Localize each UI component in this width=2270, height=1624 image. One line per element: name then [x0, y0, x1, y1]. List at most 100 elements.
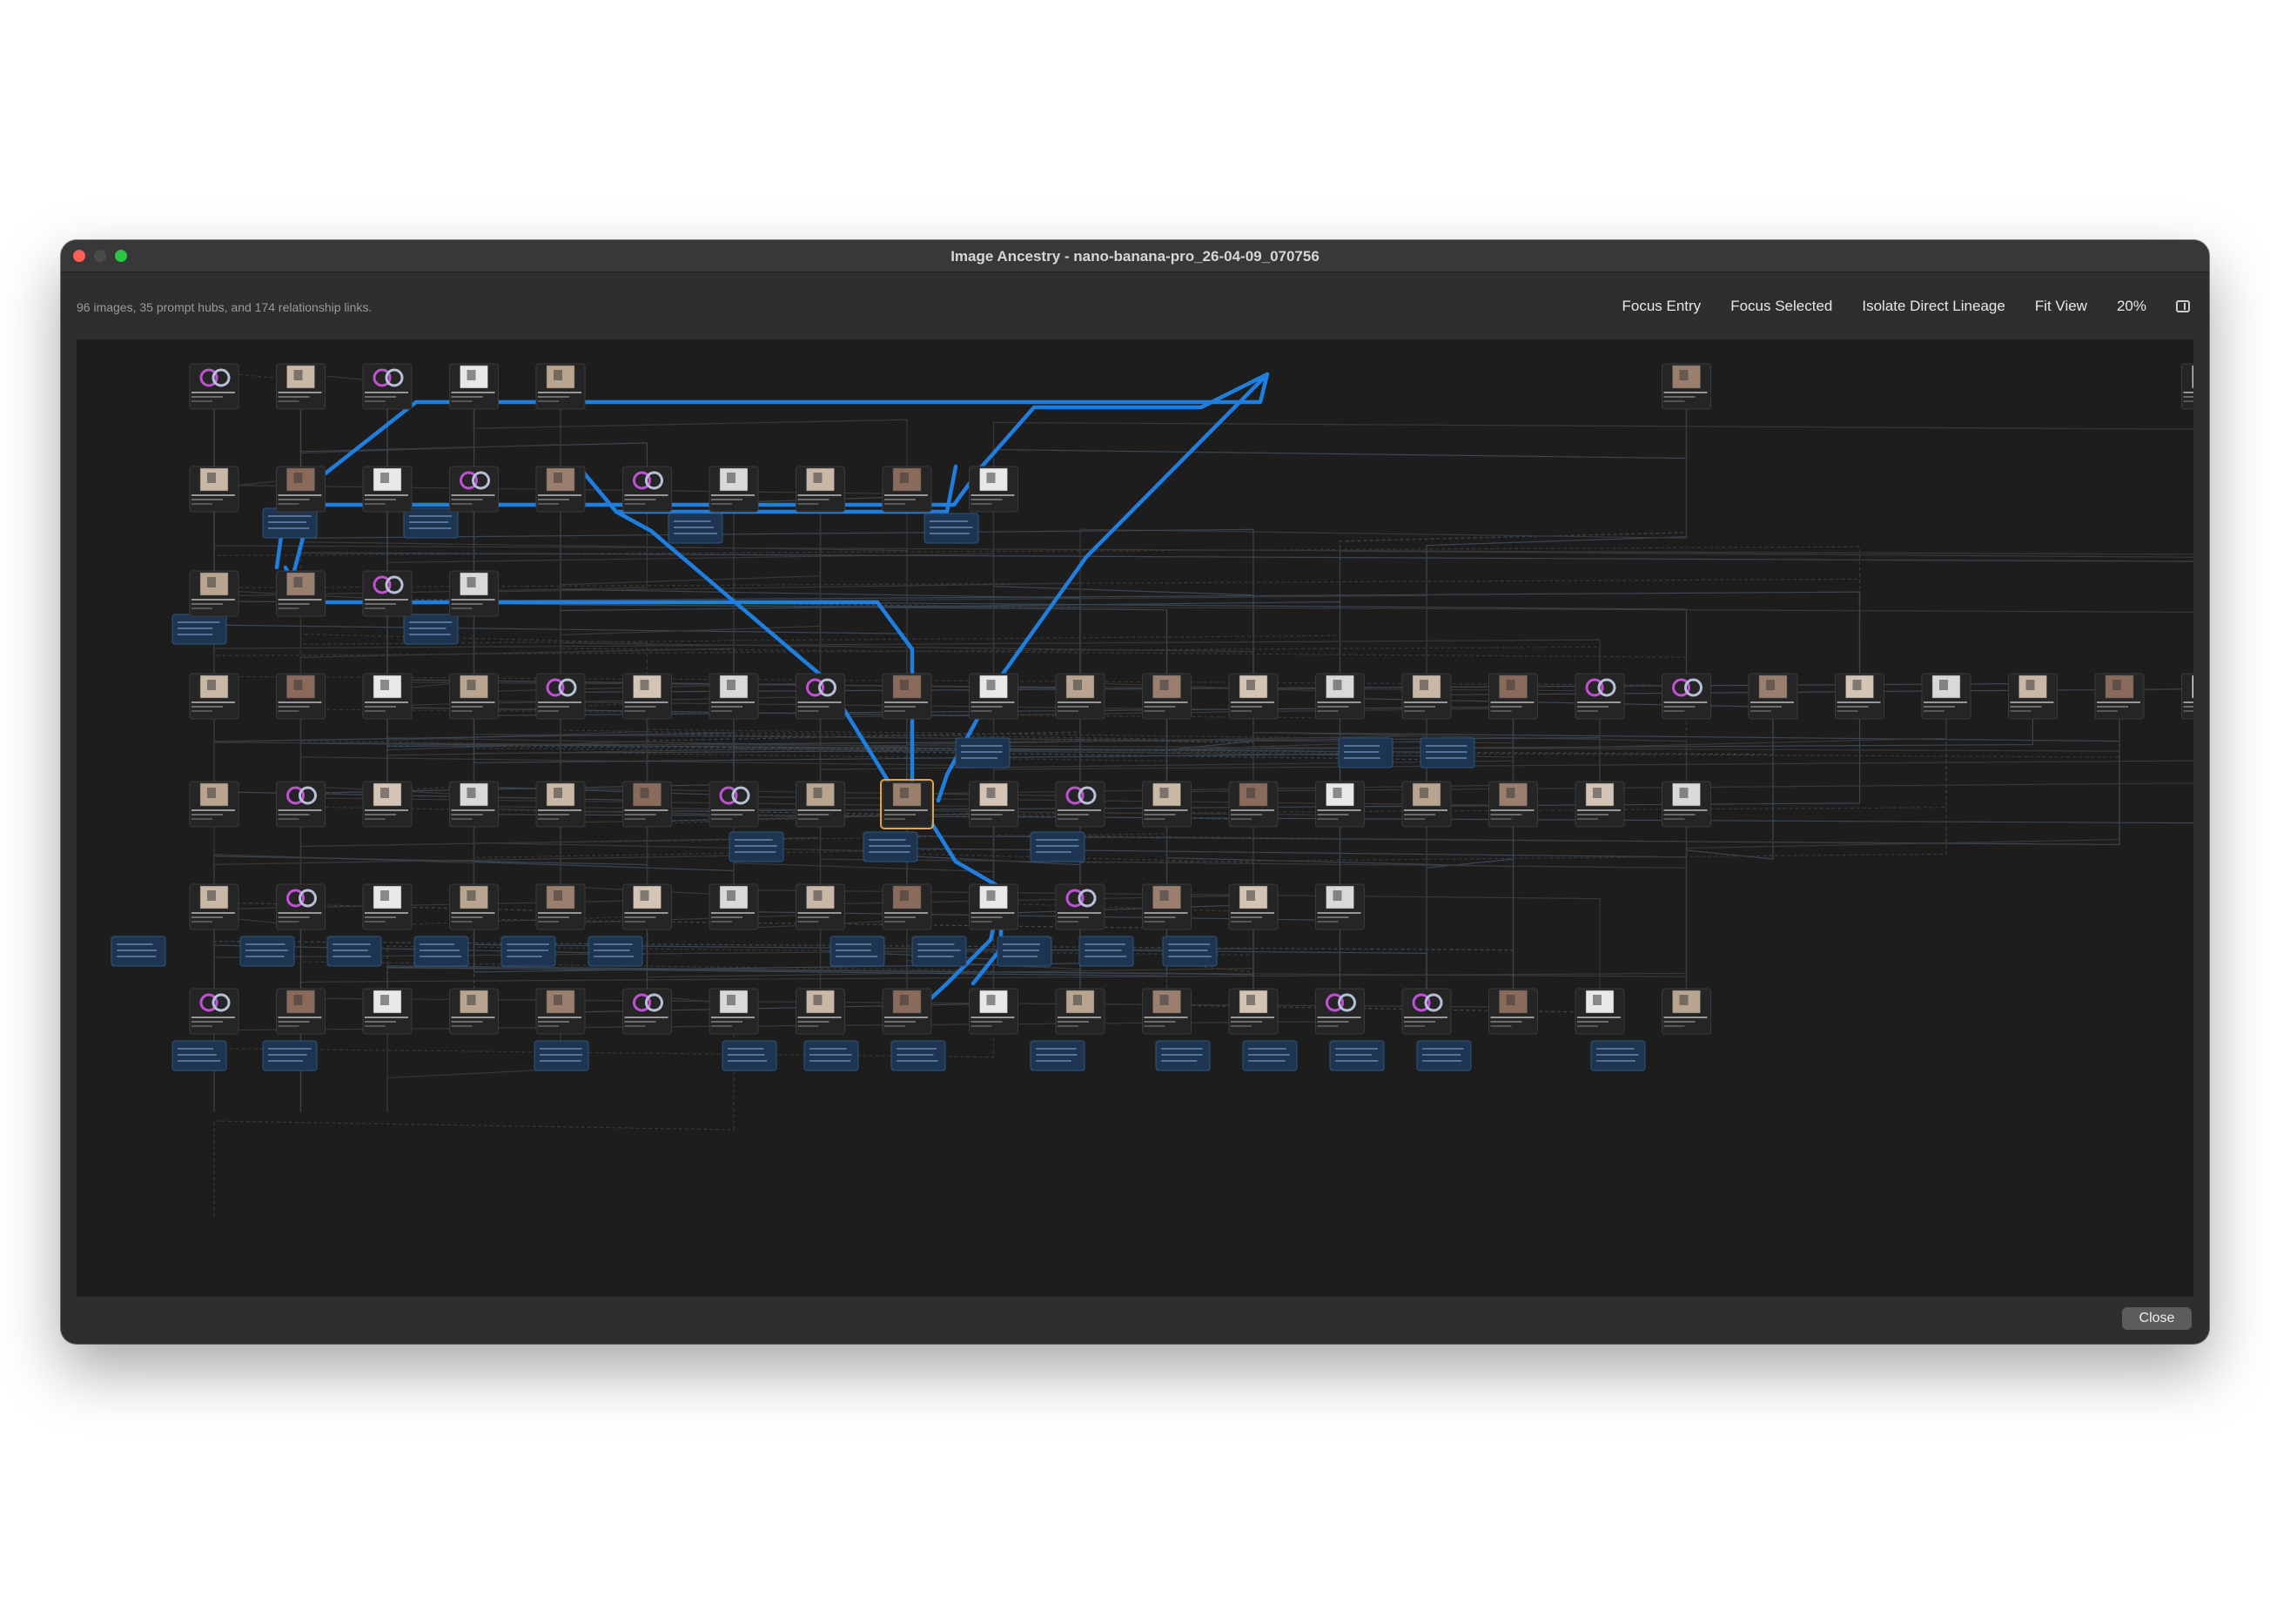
- ancestry-graph[interactable]: [77, 339, 2193, 1297]
- node-caption-line[interactable]: [2010, 701, 2054, 703]
- node-caption-line[interactable]: [711, 818, 732, 820]
- node-caption-line[interactable]: [191, 607, 212, 609]
- node-caption-line[interactable]: [1750, 701, 1794, 703]
- node-thumbnail-detail[interactable]: [380, 680, 389, 690]
- node-thumbnail-detail[interactable]: [1679, 788, 1689, 798]
- node-caption-line[interactable]: [1058, 916, 1089, 918]
- node-caption-line[interactable]: [2010, 710, 2032, 712]
- node-caption-line[interactable]: [970, 1025, 992, 1027]
- node-caption-line[interactable]: [1144, 706, 1176, 708]
- node-caption-line[interactable]: [711, 499, 742, 500]
- node-caption-line[interactable]: [884, 701, 928, 703]
- node-caption-line[interactable]: [884, 499, 916, 500]
- node-thumbnail-detail[interactable]: [727, 680, 735, 690]
- node-caption-line[interactable]: [797, 814, 829, 815]
- node-caption-line[interactable]: [970, 1017, 1015, 1018]
- node-caption-line[interactable]: [970, 814, 1003, 815]
- node-thumbnail-detail[interactable]: [207, 473, 216, 483]
- node-caption-line[interactable]: [711, 503, 732, 505]
- node-caption-line[interactable]: [1577, 706, 1608, 708]
- node-thumbnail-detail[interactable]: [727, 995, 735, 1005]
- node-thumbnail-detail[interactable]: [1159, 995, 1169, 1005]
- node-caption-line[interactable]: [278, 706, 310, 708]
- node-caption-line[interactable]: [538, 710, 559, 712]
- node-caption-line[interactable]: [1577, 1021, 1608, 1023]
- node-caption-line[interactable]: [1231, 701, 1274, 703]
- node-caption-line[interactable]: [1058, 1025, 1078, 1027]
- node-caption-line[interactable]: [970, 809, 1015, 811]
- node-caption-line[interactable]: [624, 706, 656, 708]
- node-caption-line[interactable]: [884, 1017, 928, 1018]
- node-caption-line[interactable]: [884, 1025, 905, 1027]
- ancestry-graph-canvas[interactable]: [77, 339, 2193, 1297]
- node-caption-line[interactable]: [624, 1017, 668, 1018]
- node-caption-line[interactable]: [970, 503, 992, 505]
- node-thumbnail-detail[interactable]: [2112, 680, 2121, 690]
- node-thumbnail-detail[interactable]: [1073, 680, 1082, 690]
- node-caption-line[interactable]: [1924, 706, 1955, 708]
- node-caption-line[interactable]: [797, 809, 842, 811]
- node-caption-line[interactable]: [451, 607, 473, 609]
- node-caption-line[interactable]: [1577, 814, 1608, 815]
- node-caption-line[interactable]: [1144, 818, 1165, 820]
- node-thumbnail-detail[interactable]: [293, 995, 303, 1005]
- title-bar[interactable]: Image Ancestry - nano-banana-pro_26-04-0…: [61, 240, 2209, 272]
- node-caption-line[interactable]: [1317, 1017, 1361, 1018]
- node-caption-line[interactable]: [1144, 921, 1165, 923]
- node-caption-line[interactable]: [1924, 710, 1944, 712]
- node-caption-line[interactable]: [1231, 809, 1274, 811]
- node-caption-line[interactable]: [538, 706, 569, 708]
- node-caption-line[interactable]: [1490, 814, 1522, 815]
- node-caption-line[interactable]: [278, 701, 322, 703]
- node-thumbnail-detail[interactable]: [467, 577, 476, 587]
- node-caption-line[interactable]: [1577, 809, 1621, 811]
- node-caption-line[interactable]: [970, 912, 1015, 914]
- node-thumbnail-detail[interactable]: [986, 473, 996, 483]
- node-caption-line[interactable]: [624, 701, 668, 703]
- node-caption-line[interactable]: [191, 494, 235, 496]
- node-caption-line[interactable]: [278, 1017, 322, 1018]
- node-thumbnail-detail[interactable]: [467, 788, 476, 798]
- node-caption-line[interactable]: [1404, 710, 1425, 712]
- node-caption-line[interactable]: [451, 1021, 483, 1023]
- node-thumbnail-detail[interactable]: [1766, 680, 1775, 690]
- node-caption-line[interactable]: [1837, 710, 1858, 712]
- node-thumbnail-detail[interactable]: [554, 788, 562, 798]
- node-caption-line[interactable]: [2183, 400, 2194, 402]
- node-caption-line[interactable]: [365, 400, 386, 402]
- node-caption-line[interactable]: [1058, 912, 1101, 914]
- node-caption-line[interactable]: [191, 1025, 212, 1027]
- node-caption-line[interactable]: [365, 921, 386, 923]
- node-caption-line[interactable]: [365, 396, 396, 398]
- node-caption-line[interactable]: [191, 818, 212, 820]
- node-thumbnail-detail[interactable]: [207, 577, 216, 587]
- node-caption-line[interactable]: [191, 499, 223, 500]
- node-caption-line[interactable]: [191, 706, 223, 708]
- node-caption-line[interactable]: [278, 912, 322, 914]
- node-caption-line[interactable]: [711, 916, 742, 918]
- node-caption-line[interactable]: [1231, 706, 1262, 708]
- node-caption-line[interactable]: [884, 814, 916, 815]
- node-caption-line[interactable]: [624, 814, 656, 815]
- node-thumbnail-detail[interactable]: [900, 788, 909, 798]
- node-caption-line[interactable]: [1231, 710, 1252, 712]
- node-caption-line[interactable]: [884, 1021, 916, 1023]
- node-caption-line[interactable]: [1490, 1025, 1512, 1027]
- node-caption-line[interactable]: [278, 809, 322, 811]
- node-caption-line[interactable]: [1663, 706, 1696, 708]
- node-caption-line[interactable]: [1404, 701, 1447, 703]
- node-caption-line[interactable]: [797, 912, 842, 914]
- node-caption-line[interactable]: [365, 1021, 396, 1023]
- isolate-direct-lineage-button[interactable]: Isolate Direct Lineage: [1862, 298, 2005, 315]
- node-caption-line[interactable]: [1058, 818, 1078, 820]
- node-caption-line[interactable]: [711, 921, 732, 923]
- node-thumbnail-detail[interactable]: [2025, 680, 2035, 690]
- node-caption-line[interactable]: [797, 706, 829, 708]
- node-caption-line[interactable]: [278, 603, 310, 605]
- node-caption-line[interactable]: [624, 710, 646, 712]
- node-thumbnail-detail[interactable]: [293, 680, 303, 690]
- node-caption-line[interactable]: [451, 400, 473, 402]
- node-thumbnail-detail[interactable]: [813, 473, 823, 483]
- node-caption-line[interactable]: [1231, 818, 1252, 820]
- node-caption-line[interactable]: [1144, 912, 1188, 914]
